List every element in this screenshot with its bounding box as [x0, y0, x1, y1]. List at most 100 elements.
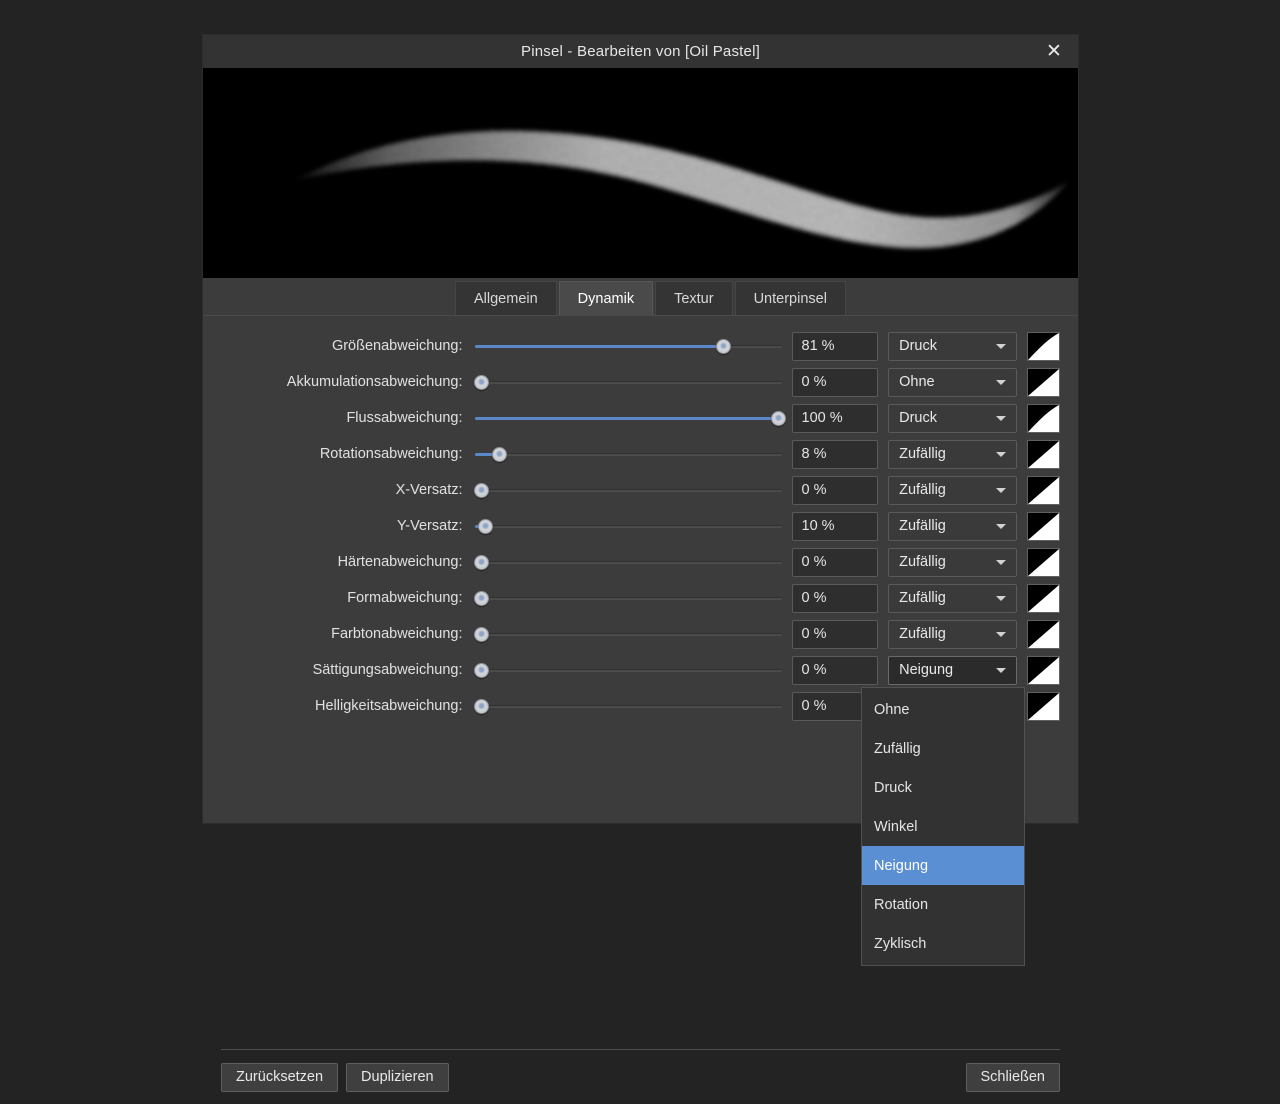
curve-thumbnail-button[interactable]: [1027, 403, 1060, 433]
slider-knob[interactable]: [473, 591, 489, 606]
chevron-down-icon: [996, 560, 1006, 565]
close-button[interactable]: Schließen: [965, 1062, 1060, 1092]
row-label: Flussabweichung:: [346, 410, 463, 426]
value-input[interactable]: 0 %: [791, 619, 879, 649]
tab-textur[interactable]: Textur: [655, 281, 733, 315]
slider-formabweichung[interactable]: [473, 587, 782, 609]
curve-thumbnail-button[interactable]: [1027, 439, 1060, 469]
slider-knob[interactable]: [473, 627, 489, 642]
curve-thumbnail-button[interactable]: [1027, 331, 1060, 361]
dropdown-option-zufaellig[interactable]: Zufällig: [862, 729, 1024, 768]
slider-knob[interactable]: [716, 339, 732, 354]
dropdown-option-ohne[interactable]: Ohne: [862, 690, 1024, 729]
slider-farbtonabweichung[interactable]: [473, 623, 782, 645]
slider-rotationsabweichung[interactable]: [474, 443, 782, 465]
chevron-down-icon: [996, 416, 1006, 421]
slider-fill: [474, 345, 724, 348]
slider-saettigungsabweichung[interactable]: [473, 659, 782, 681]
curve-thumbnail-button[interactable]: [1027, 547, 1060, 577]
dropdown-option-neigung[interactable]: Neigung: [862, 846, 1024, 885]
chevron-down-icon: [996, 452, 1006, 457]
slider-track: [474, 525, 782, 528]
row-label: Sättigungsabweichung:: [312, 662, 463, 678]
slider-y-versatz[interactable]: [474, 515, 782, 537]
duplicate-button[interactable]: Duplizieren: [346, 1062, 449, 1092]
mapping-select[interactable]: Ohne: [888, 367, 1017, 397]
value-input[interactable]: 100 %: [791, 403, 879, 433]
value-input[interactable]: 8 %: [791, 439, 879, 469]
setting-row: Akkumulationsabweichung: 0 % Ohne: [203, 364, 1078, 400]
mapping-select[interactable]: Druck: [888, 403, 1017, 433]
value-input[interactable]: 0 %: [791, 655, 879, 685]
slider-track: [474, 669, 782, 672]
chevron-down-icon: [996, 596, 1006, 601]
curve-thumbnail-button[interactable]: [1027, 583, 1060, 613]
tab-bar: Allgemein Dynamik Textur Unterpinsel: [203, 278, 1078, 316]
slider-knob[interactable]: [771, 411, 787, 426]
slider-flussabweichung[interactable]: [474, 407, 787, 429]
value-input[interactable]: 81 %: [791, 331, 879, 361]
mapping-select-open[interactable]: Neigung: [888, 655, 1017, 685]
slider-knob[interactable]: [478, 519, 494, 534]
value-input[interactable]: 0 %: [791, 583, 879, 613]
slider-track: [474, 633, 782, 636]
slider-knob[interactable]: [473, 375, 489, 390]
slider-knob[interactable]: [473, 699, 489, 714]
slider-x-versatz[interactable]: [473, 479, 782, 501]
row-label: Akkumulationsabweichung:: [286, 374, 463, 390]
chevron-down-icon: [996, 488, 1006, 493]
curve-thumbnail-button[interactable]: [1027, 475, 1060, 505]
mapping-select-value: Zufällig: [899, 590, 946, 606]
setting-row: Härtenabweichung: 0 % Zufällig: [203, 544, 1078, 580]
slider-knob[interactable]: [473, 555, 489, 570]
curve-thumbnail-button[interactable]: [1027, 655, 1060, 685]
curve-thumbnail-button[interactable]: [1027, 619, 1060, 649]
slider-helligkeitsabweichung[interactable]: [473, 695, 782, 717]
mapping-select[interactable]: Zufällig: [888, 439, 1017, 469]
setting-row: Formabweichung: 0 % Zufällig: [203, 580, 1078, 616]
mapping-select[interactable]: Zufällig: [888, 475, 1017, 505]
mapping-select[interactable]: Druck: [888, 331, 1017, 361]
mapping-dropdown-popup[interactable]: Ohne Zufällig Druck Winkel Neigung Rotat…: [861, 687, 1025, 966]
row-label: Helligkeitsabweichung:: [315, 698, 463, 714]
dialog-titlebar: Pinsel - Bearbeiten von [Oil Pastel] ✕: [203, 35, 1078, 68]
curve-thumbnail-button[interactable]: [1027, 511, 1060, 541]
tab-dynamik[interactable]: Dynamik: [558, 281, 654, 315]
footer-right-group: Schließen: [965, 1062, 1060, 1092]
dropdown-option-zyklisch[interactable]: Zyklisch: [862, 924, 1024, 963]
reset-button[interactable]: Zurücksetzen: [221, 1062, 339, 1092]
slider-track: [474, 381, 782, 384]
dialog-title: Pinsel - Bearbeiten von [Oil Pastel]: [521, 43, 760, 60]
dropdown-option-winkel[interactable]: Winkel: [862, 807, 1024, 846]
mapping-select[interactable]: Zufällig: [888, 547, 1017, 577]
setting-row: X-Versatz: 0 % Zufällig: [203, 472, 1078, 508]
chevron-down-icon: [996, 632, 1006, 637]
curve-thumbnail-button[interactable]: [1027, 367, 1060, 397]
slider-knob[interactable]: [492, 447, 508, 462]
mapping-select[interactable]: Zufällig: [888, 511, 1017, 541]
value-input[interactable]: 0 %: [791, 475, 879, 505]
slider-knob[interactable]: [473, 663, 489, 678]
tab-unterpinsel[interactable]: Unterpinsel: [734, 281, 846, 315]
slider-haertenabweichung[interactable]: [473, 551, 782, 573]
slider-groessenabweichung[interactable]: [474, 335, 782, 357]
setting-row: Rotationsabweichung: 8 % Zufällig: [203, 436, 1078, 472]
slider-knob[interactable]: [473, 483, 489, 498]
curve-thumbnail-button[interactable]: [1027, 691, 1060, 721]
mapping-select-value: Zufällig: [899, 482, 946, 498]
mapping-select[interactable]: Zufällig: [888, 583, 1017, 613]
value-input[interactable]: 0 %: [791, 547, 879, 577]
tab-allgemein[interactable]: Allgemein: [455, 281, 557, 315]
mapping-select-value: Zufällig: [899, 446, 946, 462]
dropdown-option-rotation[interactable]: Rotation: [862, 885, 1024, 924]
row-label: Farbtonabweichung:: [331, 626, 463, 642]
chevron-down-icon: [996, 524, 1006, 529]
slider-track: [474, 705, 782, 708]
mapping-select-value: Neigung: [899, 662, 954, 678]
value-input[interactable]: 10 %: [791, 511, 879, 541]
mapping-select[interactable]: Zufällig: [888, 619, 1017, 649]
close-icon[interactable]: ✕: [1036, 35, 1072, 68]
value-input[interactable]: 0 %: [791, 367, 879, 397]
dropdown-option-druck[interactable]: Druck: [862, 768, 1024, 807]
slider-akkumulationsabweichung[interactable]: [473, 371, 782, 393]
